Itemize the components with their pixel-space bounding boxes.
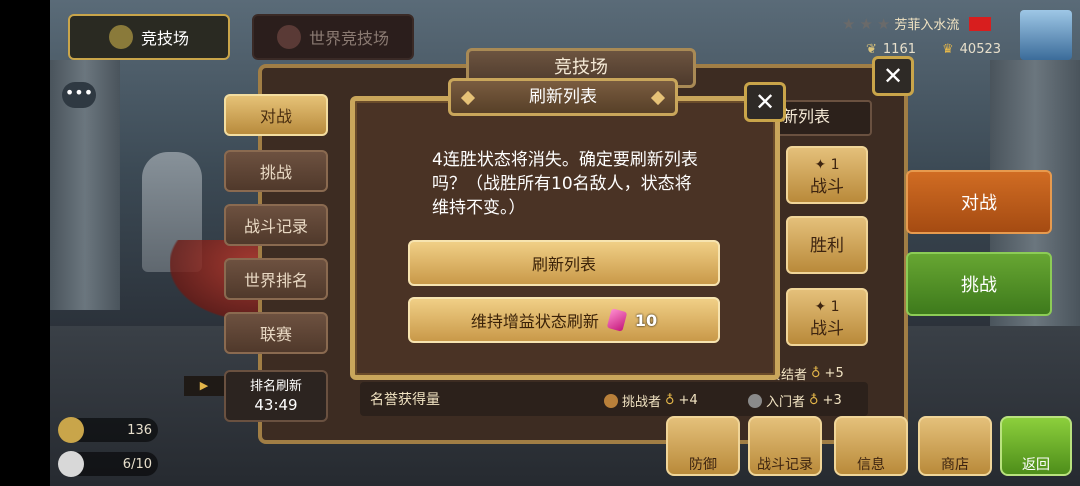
sidebar-item-league[interactable]: 联赛 (224, 312, 328, 354)
honor-icon: ♁ (665, 393, 675, 408)
player-name: 芳菲入水流 (894, 18, 960, 33)
sidebar-item-challenge[interactable]: 挑战 (224, 150, 328, 192)
coin-value: 136 (127, 422, 152, 438)
trophy-a-stat: ❦ 1161 (866, 42, 916, 57)
globe-laurel-icon (276, 25, 301, 49)
sidebar-item-battle[interactable]: 对战 (224, 94, 328, 136)
avatar[interactable] (1020, 10, 1072, 60)
keep-buff-refresh-button[interactable]: 维持增益状态刷新 10 (408, 297, 720, 343)
finisher-bonus: +5 (824, 366, 844, 381)
tab-world-arena-label: 世界竞技场 (308, 29, 389, 48)
wing-icon (58, 451, 84, 477)
fight-button[interactable]: ✦ 1 战斗 (786, 146, 868, 204)
sidebar-item-battle-log[interactable]: 战斗记录 (224, 204, 328, 246)
player-info: ★ ★ ★ 芳菲入水流 (842, 14, 992, 33)
shop-button[interactable]: 商店 (918, 416, 992, 476)
wing-value: 6/10 (122, 456, 152, 472)
star-icon: ★ (859, 14, 873, 33)
challenge-button[interactable]: 挑战 (906, 252, 1052, 316)
chat-icon[interactable]: ••• (62, 82, 96, 108)
dialog-close-button[interactable]: ✕ (744, 82, 786, 122)
battle-log-button[interactable]: 战斗记录 (748, 416, 822, 476)
fight-label: 战斗 (810, 177, 844, 197)
gem-icon (606, 308, 628, 332)
refresh-list-label: 刷新列表 (531, 255, 596, 274)
gem-cost: 10 (634, 310, 658, 330)
star-icon: ★ (842, 14, 856, 33)
wing-icon: ✦ (814, 157, 827, 173)
medal-icon (58, 417, 84, 443)
novice-bonus: +3 (822, 393, 842, 408)
honor-icon: ♁ (811, 366, 821, 381)
trophy-icon: ♛ (942, 42, 954, 57)
tab-arena-label: 竞技场 (140, 29, 189, 48)
trophy-b-value: 40523 (959, 42, 1002, 57)
challenger-bonus: +4 (678, 393, 698, 408)
close-icon[interactable]: ✕ (872, 56, 914, 96)
keep-buff-label: 维持增益状态刷新 (470, 312, 599, 331)
battle-button[interactable]: 对战 (906, 170, 1052, 234)
novice-rank-icon (748, 393, 762, 408)
rank-refresh-timer: 排名刷新 43:49 (224, 370, 328, 422)
honor-label: 名誉获得量 (370, 392, 440, 408)
honor-icon: ♁ (809, 393, 819, 408)
tab-arena[interactable]: 竞技场 (68, 14, 230, 60)
trophy-a-value: 1161 (882, 42, 916, 57)
star-icon: ★ (876, 14, 891, 33)
wing-icon: ✦ (814, 299, 827, 315)
novice-label: 入门者 (766, 395, 806, 410)
dialog-title: 刷新列表 (448, 78, 678, 116)
flag-icon (969, 16, 992, 31)
wing-counter: 6/10 (58, 451, 158, 477)
diamond-ornament-icon (460, 90, 476, 106)
dialog-message: 4连胜状态将消失。确定要刷新列表吗？（战胜所有10名敌人，状态将维持不变。） (432, 150, 698, 218)
victory-label: 胜利 (810, 236, 844, 256)
fight-label: 战斗 (810, 319, 844, 339)
opponent-list-header: 新列表 (776, 100, 872, 136)
dialog-title-label: 刷新列表 (529, 87, 597, 107)
rank-refresh-label: 排名刷新 (249, 379, 302, 394)
rank-refresh-time: 43:49 (254, 396, 298, 414)
diamond-ornament-icon (650, 90, 666, 106)
challenger-rank-icon (604, 393, 618, 408)
honor-novice: 入门者 ♁ +3 (748, 391, 842, 410)
honor-challenger: 挑战者 ♁ +4 (604, 391, 698, 410)
victory-badge: 胜利 (786, 216, 868, 274)
challenger-label: 挑战者 (622, 395, 662, 410)
back-button[interactable]: 返回 (1000, 416, 1072, 476)
defense-button[interactable]: 防御 (666, 416, 740, 476)
laurel-icon: ❦ (866, 42, 877, 57)
fight-cost: 1 (830, 157, 840, 173)
refresh-list-button[interactable]: 刷新列表 (408, 240, 720, 286)
fight-cost: 1 (830, 299, 840, 315)
coin-counter: 136 (58, 417, 158, 443)
tab-world-arena[interactable]: 世界竞技场 (252, 14, 414, 60)
trophy-b-stat: ♛ 40523 (942, 42, 1001, 57)
laurel-icon (108, 25, 133, 49)
sidebar-item-world-ranking[interactable]: 世界排名 (224, 258, 328, 300)
fight-button[interactable]: ✦ 1 战斗 (786, 288, 868, 346)
info-button[interactable]: 信息 (834, 416, 908, 476)
play-icon: ▶ (184, 376, 224, 396)
